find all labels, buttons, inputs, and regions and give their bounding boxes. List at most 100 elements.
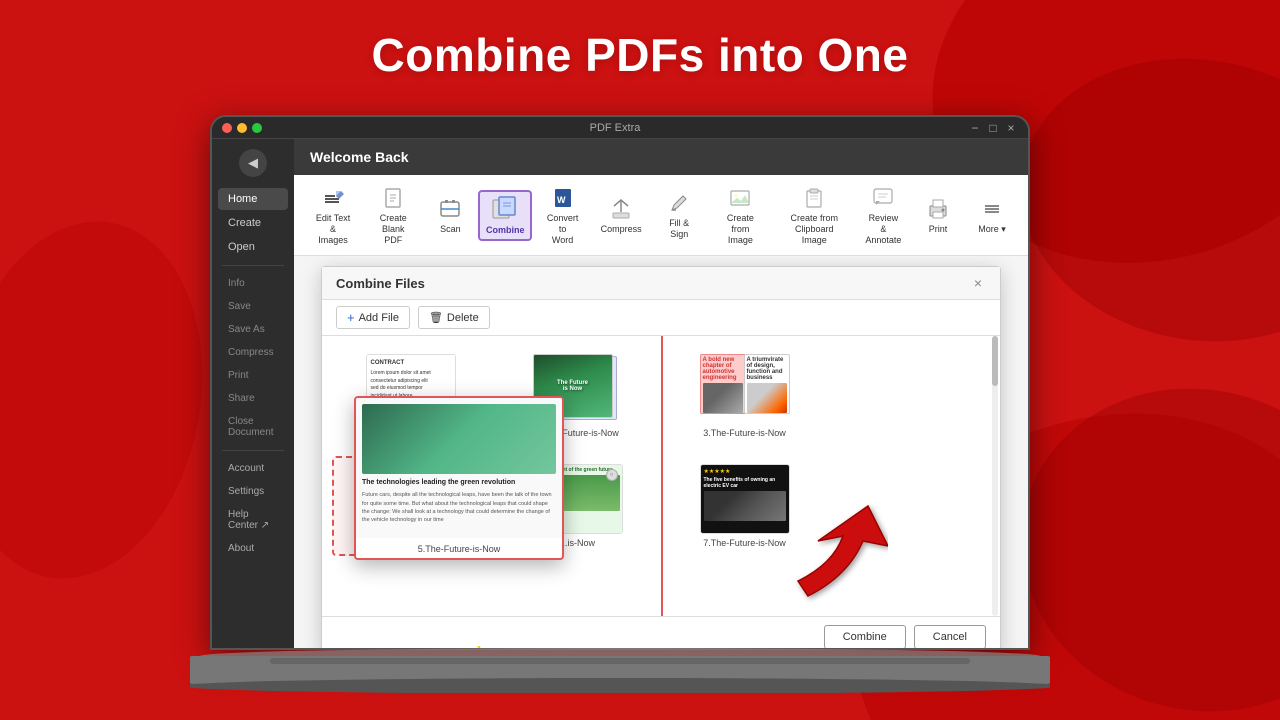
file-item-future3[interactable]: A bold new chapter of automotive enginee…: [666, 346, 823, 446]
edit-icon: [320, 185, 346, 211]
add-file-label: Add File: [359, 312, 399, 324]
toolbar-create-clipboard[interactable]: Create fromClipboard Image: [774, 181, 855, 249]
sidebar-item-home[interactable]: Home: [218, 188, 288, 210]
toolbar-print[interactable]: Print: [912, 192, 964, 239]
sidebar-divider-1: [222, 265, 284, 266]
fill-sign-icon: [666, 190, 692, 216]
sidebar-divider-2: [222, 450, 284, 451]
sidebar-item-save[interactable]: Save: [218, 296, 288, 317]
review-annotate-label: Review &Annotate: [865, 213, 902, 245]
sidebar-item-help[interactable]: Help Center ↗: [218, 504, 288, 536]
main-area: Welcome Back Edit Text &Images: [294, 139, 1028, 648]
file-thumb-future7: ★★★★★ The five benefits of owning an ele…: [700, 464, 790, 534]
dialog-footer: Combine Cancel: [322, 616, 1000, 648]
minimize-dot: [237, 123, 247, 133]
sidebar: ◀ Home Create Open Info Save Save As Com…: [212, 139, 294, 648]
laptop-screen: PDF Extra − □ × ◀ Home Create Open Info …: [210, 115, 1030, 650]
toolbar-create-image[interactable]: Create fromImage: [709, 181, 772, 249]
file-item-future7[interactable]: ★★★★★ The five benefits of owning an ele…: [666, 456, 823, 556]
preview-image: [362, 404, 556, 474]
scan-icon: [437, 196, 463, 222]
sidebar-item-close-doc[interactable]: Close Document: [218, 411, 288, 443]
scrollbar-thumb[interactable]: [992, 336, 998, 386]
toolbar: Edit Text &Images CreateBlank PDF: [294, 175, 1028, 256]
dialog-title: Combine Files: [336, 276, 425, 291]
create-clipboard-icon: [801, 185, 827, 211]
create-image-label: Create fromImage: [717, 213, 764, 245]
toolbar-convert-word[interactable]: W Convert toWord: [534, 181, 591, 249]
toolbar-scan[interactable]: Scan: [424, 192, 476, 239]
sidebar-item-create[interactable]: Create: [218, 212, 288, 234]
more-icon: [979, 196, 1005, 222]
review-annotate-icon: [870, 185, 896, 211]
file-name-future7: 7.The-Future-is-Now: [703, 538, 786, 548]
sidebar-item-open[interactable]: Open: [218, 236, 288, 258]
toolbar-review-annotate[interactable]: Review &Annotate: [857, 181, 910, 249]
combine-icon: [491, 195, 519, 223]
combine-label: Combine: [486, 225, 525, 236]
svg-text:W: W: [557, 195, 566, 205]
sidebar-item-print[interactable]: Print: [218, 365, 288, 386]
window-close-button[interactable]: ×: [1004, 121, 1018, 135]
fill-sign-label: Fill & Sign: [659, 218, 699, 240]
delete-label: Delete: [447, 312, 479, 324]
welcome-bar: Welcome Back: [294, 139, 1028, 175]
minimize-button[interactable]: −: [968, 121, 982, 135]
sidebar-item-share[interactable]: Share: [218, 388, 288, 409]
delete-icon: 🗑: [429, 311, 443, 324]
file-name-green: ...is-Now: [560, 538, 595, 548]
create-image-icon: [727, 185, 753, 211]
sidebar-item-compress[interactable]: Compress: [218, 342, 288, 363]
toolbar-more[interactable]: More ▾: [966, 192, 1018, 239]
preview-body: Future cars, despite all the technologic…: [362, 491, 556, 524]
window-titlebar: PDF Extra − □ ×: [212, 117, 1028, 139]
create-clipboard-label: Create fromClipboard Image: [782, 213, 847, 245]
add-file-icon: +: [347, 310, 355, 325]
delete-button[interactable]: 🗑 Delete: [418, 306, 490, 329]
create-blank-label: CreateBlank PDF: [372, 213, 414, 245]
combine-action-button[interactable]: Combine: [824, 625, 906, 648]
window-controls: [222, 123, 262, 133]
maximize-dot: [252, 123, 262, 133]
preview-popup: The technologies leading the green revol…: [354, 396, 564, 560]
sidebar-item-save-as[interactable]: Save As: [218, 319, 288, 340]
welcome-heading: Welcome Back: [310, 149, 409, 165]
scan-label: Scan: [440, 224, 461, 235]
cancel-button[interactable]: Cancel: [914, 625, 986, 648]
convert-word-icon: W: [550, 185, 576, 211]
print-label: Print: [929, 224, 948, 235]
preview-content: The technologies leading the green revol…: [356, 398, 562, 538]
sidebar-item-account[interactable]: Account: [218, 458, 288, 479]
toolbar-create-blank[interactable]: CreateBlank PDF: [364, 181, 422, 249]
convert-word-label: Convert toWord: [542, 213, 583, 245]
sidebar-item-about[interactable]: About: [218, 538, 288, 559]
maximize-button[interactable]: □: [986, 121, 1000, 135]
toolbar-fill-sign[interactable]: Fill & Sign: [651, 186, 707, 244]
dialog-close-button[interactable]: ×: [970, 275, 986, 291]
preview-file-name: 5.The-Future-is-Now: [356, 544, 562, 558]
create-blank-icon: [380, 185, 406, 211]
sidebar-item-settings[interactable]: Settings: [218, 481, 288, 502]
window-action-controls: − □ ×: [968, 121, 1018, 135]
window-title: PDF Extra: [268, 122, 962, 134]
preview-heading: The technologies leading the green revol…: [362, 478, 556, 487]
back-button[interactable]: ◀: [239, 149, 267, 177]
toolbar-compress[interactable]: Compress: [593, 192, 649, 239]
file-thumb-future3: A bold new chapter of automotive enginee…: [700, 354, 790, 424]
print-icon: [925, 196, 951, 222]
toolbar-combine[interactable]: Combine: [478, 190, 532, 241]
scrollbar-track[interactable]: [992, 336, 998, 616]
empty-slot-1: [833, 346, 923, 446]
laptop-frame: PDF Extra − □ × ◀ Home Create Open Info …: [210, 115, 1070, 695]
edit-text-label: Edit Text &Images: [312, 213, 354, 245]
toolbar-edit-text[interactable]: Edit Text &Images: [304, 181, 362, 249]
close-dot: [222, 123, 232, 133]
sidebar-item-info[interactable]: Info: [218, 273, 288, 294]
content-area: Combine Files × + Add File 🗑 Delete: [294, 256, 1028, 648]
column-divider: [661, 336, 663, 616]
more-label: More ▾: [978, 224, 1006, 235]
app-content: ◀ Home Create Open Info Save Save As Com…: [212, 139, 1028, 648]
compress-label: Compress: [601, 224, 642, 235]
add-file-button[interactable]: + Add File: [336, 306, 410, 329]
dialog-action-bar: + Add File 🗑 Delete: [322, 300, 1000, 336]
